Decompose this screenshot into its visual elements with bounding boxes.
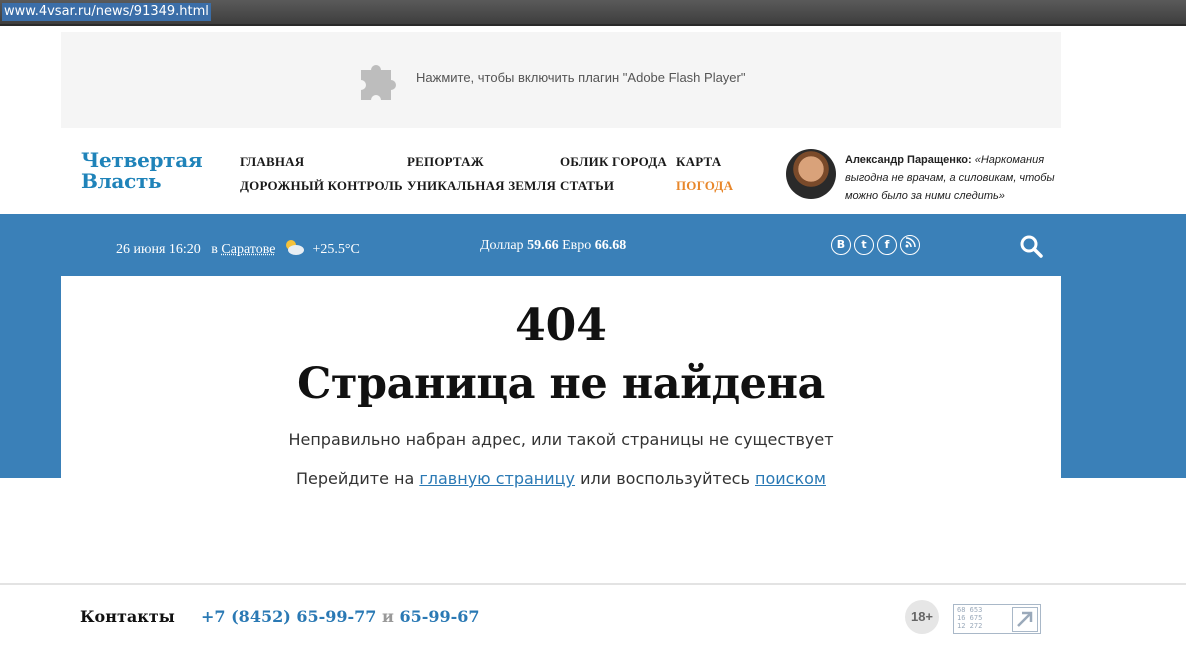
city-link[interactable]: Саратове (221, 242, 275, 257)
puzzle-icon (361, 65, 396, 100)
nav-item-report[interactable]: РЕПОРТАЖ (407, 154, 484, 170)
nav-item-articles[interactable]: СТАТЬИ (560, 178, 614, 194)
nav-item-road-control[interactable]: ДОРОЖНЫЙ КОНТРОЛЬ (240, 178, 403, 194)
nav-item-unique-land[interactable]: УНИКАЛЬНАЯ ЗЕМЛЯ (407, 178, 556, 194)
footer-divider (0, 583, 1186, 585)
counter-line-2: 16 675 (957, 614, 983, 622)
site-logo[interactable]: Четвертая Власть (81, 148, 203, 193)
current-date: 26 июня 16:20 (116, 242, 201, 257)
phone-and: и (382, 607, 394, 626)
social-links: Вtf (831, 234, 923, 255)
partly-cloudy-icon (286, 240, 304, 255)
currency-rates: Доллар 59.66 Евро 66.68 (480, 238, 626, 254)
age-rating-badge: 18+ (905, 600, 939, 634)
visit-counter[interactable]: 68 653 16 675 12 272 (953, 604, 1041, 634)
hint-prefix: Перейдите на (296, 469, 415, 488)
error-code: 404 (515, 300, 607, 351)
nav-item-map[interactable]: КАРТА (676, 154, 721, 170)
hint-middle: или воспользуйтесь (580, 469, 750, 488)
counter-line-1: 68 653 (957, 606, 983, 614)
dollar-label: Доллар (480, 238, 524, 253)
browser-address-bar: www.4vsar.ru/news/91349.html (0, 0, 1186, 26)
facebook-icon[interactable]: f (877, 234, 897, 255)
home-page-link[interactable]: главную страницу (419, 469, 575, 488)
logo-line1: Четвертая (81, 148, 203, 172)
error-hint: Перейдите на главную страницу или воспол… (61, 469, 1061, 488)
search-link[interactable]: поиском (755, 469, 826, 488)
vk-icon[interactable]: В (831, 234, 851, 255)
date-weather: 26 июня 16:20 в Саратове +25.5°C (116, 238, 360, 258)
dollar-value: 59.66 (527, 238, 559, 253)
quote-author: Александр Паращенко: (845, 154, 972, 166)
nav-item-home[interactable]: ГЛАВНАЯ (240, 154, 304, 170)
rss-icon[interactable] (900, 234, 920, 255)
phone-2[interactable]: 65-99-67 (399, 607, 479, 626)
phone-numbers: +7 (8452) 65-99-77 и 65-99-67 (201, 607, 480, 626)
quote-avatar[interactable] (786, 149, 836, 199)
euro-label: Евро (562, 238, 592, 253)
phone-1[interactable]: +7 (8452) 65-99-77 (201, 607, 376, 626)
twitter-icon[interactable]: t (854, 234, 874, 255)
nav-item-weather[interactable]: ПОГОДА (676, 178, 733, 194)
search-icon[interactable] (1019, 234, 1043, 258)
counter-line-3: 12 272 (957, 622, 983, 630)
temperature: +25.5°C (312, 242, 360, 257)
euro-value: 66.68 (594, 238, 627, 253)
error-content: 404 Страница не найдена Неправильно набр… (61, 276, 1061, 576)
quote-block[interactable]: Александр Паращенко: «Наркомания выгодна… (845, 151, 1060, 205)
site-header: Четвертая Власть ГЛАВНАЯ ДОРОЖНЫЙ КОНТРО… (61, 130, 1061, 214)
nav-item-city-look[interactable]: ОБЛИК ГОРОДА (560, 154, 667, 170)
arrow-up-right-icon (1012, 607, 1038, 632)
counter-numbers: 68 653 16 675 12 272 (957, 606, 982, 630)
logo-line2: Власть (81, 169, 162, 193)
error-title: Страница не найдена (297, 359, 825, 409)
flash-plugin-placeholder[interactable]: Нажмите, чтобы включить плагин "Adobe Fl… (61, 32, 1061, 128)
error-description: Неправильно набран адрес, или такой стра… (288, 430, 834, 449)
in-label: в (211, 242, 218, 257)
info-bar: 26 июня 16:20 в Саратове +25.5°C Доллар … (61, 214, 1061, 276)
flash-message: Нажмите, чтобы включить плагин "Adobe Fl… (416, 70, 746, 85)
contacts-label: Контакты (80, 607, 175, 626)
url-text[interactable]: www.4vsar.ru/news/91349.html (2, 3, 211, 21)
